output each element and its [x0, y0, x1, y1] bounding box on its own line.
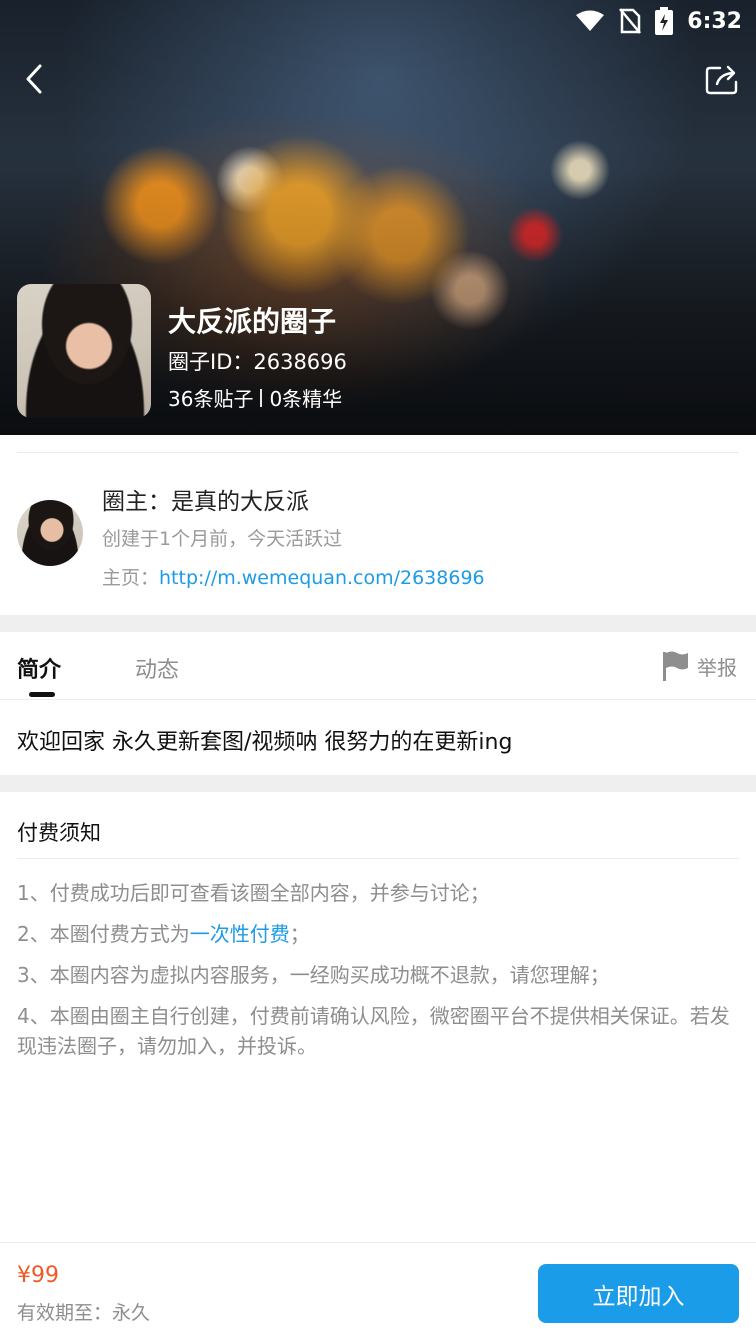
intro-text: 欢迎回家 永久更新套图/视频呐 很努力的在更新ing	[17, 730, 513, 755]
notice-item-2: 2、本圈付费方式为一次性付费；	[17, 919, 739, 949]
tab-intro[interactable]: 简介	[17, 652, 61, 684]
circle-stats: 36条贴子 0条精华	[168, 383, 342, 412]
status-bar: 6:32	[575, 0, 742, 42]
stats-divider	[260, 388, 263, 407]
owner-homepage: 主页：http://m.wemequan.com/2638696	[102, 563, 485, 590]
price: ¥99	[17, 1263, 59, 1288]
circle-avatar	[17, 284, 151, 418]
report-label: 举报	[697, 655, 737, 680]
back-button[interactable]	[20, 62, 50, 96]
featured-count: 0条精华	[269, 387, 343, 411]
homepage-link[interactable]: http://m.wemequan.com/2638696	[159, 567, 485, 589]
tab-active-indicator	[29, 692, 55, 697]
owner-avatar[interactable]	[17, 500, 83, 566]
owner-name[interactable]: 圈主：是真的大反派	[102, 482, 309, 516]
section-gap	[0, 615, 756, 632]
notice-item-2-prefix: 2、本圈付费方式为	[17, 922, 190, 946]
notice-item-2-highlight: 一次性付费	[189, 922, 290, 946]
chevron-left-icon	[26, 64, 42, 94]
post-count: 36条贴子	[168, 387, 254, 411]
no-sim-icon	[619, 8, 642, 34]
divider	[17, 452, 739, 453]
wifi-icon	[575, 10, 605, 32]
circle-title: 大反派的圈子	[168, 305, 337, 338]
flag-icon	[663, 651, 688, 681]
circle-id: 圈子ID：2638696	[168, 350, 347, 374]
validity-period: 有效期至：永久	[17, 1302, 151, 1324]
section-gap	[0, 775, 756, 792]
battery-charging-icon	[655, 7, 674, 35]
status-time: 6:32	[687, 8, 742, 34]
divider	[0, 699, 756, 700]
join-button[interactable]: 立即加入	[538, 1264, 739, 1323]
notice-item-2-suffix: ；	[289, 922, 310, 946]
share-button[interactable]	[704, 62, 740, 96]
notice-item-3: 3、本圈内容为虚拟内容服务，一经购买成功概不退款，请您理解；	[17, 963, 610, 987]
divider	[0, 1242, 756, 1243]
notice-item-1: 1、付费成功后即可查看该圈全部内容，并参与讨论；	[17, 881, 490, 905]
owner-created-info: 创建于1个月前，今天活跃过	[102, 528, 343, 550]
divider	[17, 858, 739, 859]
payment-notice-title: 付费须知	[17, 821, 101, 845]
report-button[interactable]: 举报	[661, 650, 737, 682]
share-icon	[705, 65, 738, 95]
tab-feed[interactable]: 动态	[135, 652, 179, 684]
payment-notice-list: 1、付费成功后即可查看该圈全部内容，并参与讨论； 2、本圈付费方式为一次性付费；…	[17, 878, 739, 1072]
homepage-label: 主页：	[102, 567, 160, 589]
notice-item-4: 4、本圈由圈主自行创建，付费前请确认风险，微密圈平台不提供相关保证。若发现违法圈…	[17, 1004, 730, 1058]
